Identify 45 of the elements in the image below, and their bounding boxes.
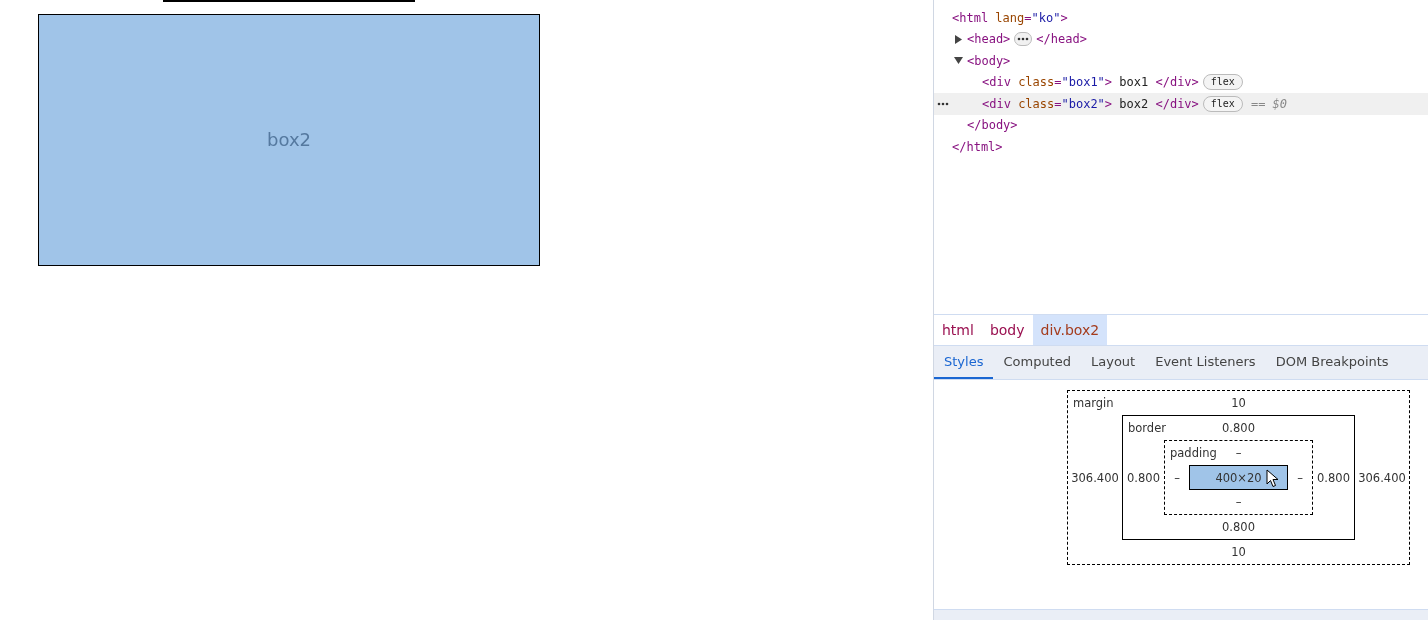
padding-label: padding — [1169, 446, 1218, 460]
margin-top-value: 10 — [1231, 396, 1246, 410]
expand-down-icon[interactable] — [954, 56, 963, 66]
padding-left-value: – — [1173, 470, 1181, 485]
html-tag: </body> — [967, 118, 1018, 133]
panel-tab[interactable]: Styles — [934, 346, 994, 379]
breadcrumb[interactable]: html — [934, 315, 982, 345]
html-tag: </html> — [952, 139, 1003, 154]
content-size: 400×20 — [1215, 470, 1262, 485]
breadcrumb[interactable]: body — [981, 315, 1033, 345]
html-tag: <body> — [967, 53, 1011, 68]
html-tag: <html lang="ko"> — [952, 10, 1068, 25]
padding-right-value: – — [1296, 470, 1304, 485]
element-row[interactable]: <div class="box2"> box2 </div> flex == $0 — [934, 93, 1428, 115]
border-bottom-value: 0.800 — [1222, 520, 1255, 534]
margin-left-value: 306.400 — [1070, 470, 1120, 485]
panel-tab[interactable]: DOM Breakpoints — [1265, 346, 1399, 379]
flex-badge[interactable]: flex — [1202, 74, 1243, 91]
border-left-value: 0.800 — [1126, 470, 1161, 485]
panel-tab[interactable]: Layout — [1081, 346, 1146, 379]
html-tag: <div class="box2"> box2 </div> — [982, 96, 1199, 111]
element-row[interactable]: <body> — [934, 50, 1428, 72]
selected-node-note: == $0 — [1250, 96, 1288, 111]
element-row[interactable]: <html lang="ko"> — [934, 7, 1428, 29]
margin-label: margin — [1072, 396, 1115, 410]
panel-tab[interactable]: Event Listeners — [1145, 346, 1266, 379]
margin-right-value: 306.400 — [1357, 470, 1407, 485]
padding-bottom-value: – — [1235, 495, 1242, 509]
breadcrumb[interactable]: div.box2 — [1032, 315, 1108, 345]
more-icon[interactable] — [937, 102, 949, 106]
panel-tab[interactable]: Computed — [993, 346, 1081, 379]
element-row[interactable]: <head> </head> — [934, 28, 1428, 50]
ellipsis-icon[interactable] — [1014, 32, 1033, 47]
html-tag: </head> — [1036, 32, 1087, 47]
html-tag: <head> — [967, 32, 1011, 47]
expand-right-icon[interactable] — [954, 34, 963, 44]
border-right-value: 0.800 — [1316, 470, 1351, 485]
element-row[interactable]: <div class="box1"> box1 </div> flex — [934, 71, 1428, 93]
flex-badge[interactable]: flex — [1202, 95, 1243, 112]
box-text: box2 — [267, 129, 311, 150]
padding-top-value: – — [1235, 446, 1242, 460]
margin-bottom-value: 10 — [1231, 545, 1246, 559]
border-label: border — [1127, 421, 1167, 435]
html-tag: <div class="box1"> box1 </div> — [982, 75, 1199, 90]
border-top-value: 0.800 — [1222, 421, 1255, 435]
